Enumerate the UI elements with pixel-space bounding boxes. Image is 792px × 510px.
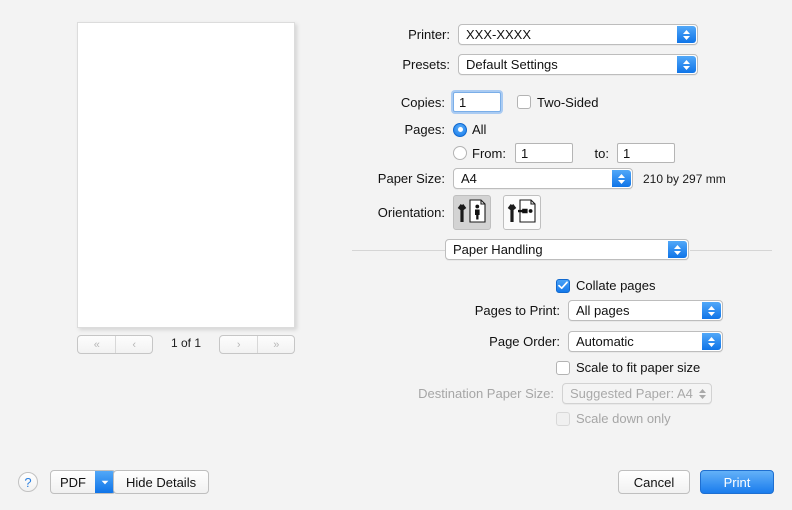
pages-to-value: 1 [622,145,631,161]
pages-from-radio-dot [453,146,467,160]
collate-row: Collate pages [340,278,656,293]
pages-from-label: From: [472,145,506,161]
chevron-down-icon [95,471,115,493]
portrait-orientation-icon [457,198,487,227]
scale-to-fit-label: Scale to fit paper size [576,360,701,375]
copies-row: Copies: 1 Two-Sided [340,92,792,112]
pane-selector-row: Paper Handling [445,239,689,260]
pages-to-print-select[interactable]: All pages [568,300,723,321]
scale-to-fit-checkbox-box [556,360,570,375]
print-settings-pane: Printer: XXX-XXXX Presets: Default Setti… [340,0,792,460]
presets-row: Presets: Default Settings [340,54,792,75]
collate-pages-label: Collate pages [576,278,656,293]
printer-select[interactable]: XXX-XXXX [458,24,698,45]
page-order-label: Page Order: [489,334,560,349]
page-order-row: Page Order: Automatic [340,331,792,352]
orientation-landscape-button[interactable] [503,195,541,230]
chevron-updown-icon [668,241,687,258]
scale-down-only-checkbox-box [556,411,570,426]
next-page-button[interactable]: › [220,336,257,353]
two-sided-checkbox[interactable]: Two-Sided [517,95,598,110]
print-pane-select[interactable]: Paper Handling [445,239,689,260]
printer-label: Printer: [408,27,450,42]
dialog-bottom-bar: ? PDF Hide Details Cancel Print [0,460,792,510]
two-sided-label: Two-Sided [537,94,599,110]
paper-size-row: Paper Size: A4 210 by 297 mm [340,168,792,189]
pdf-button[interactable]: PDF [50,470,116,494]
pages-label: Pages: [404,122,445,137]
collate-pages-checkbox-box [556,278,570,293]
destination-paper-size-row: Destination Paper Size: Suggested Paper:… [340,383,792,404]
paper-size-dimensions: 210 by 297 mm [643,171,726,186]
pages-all-row: Pages: All [340,122,792,137]
pages-to-label: to: [594,145,609,161]
last-page-button[interactable]: » [256,336,295,353]
help-button[interactable]: ? [18,472,38,492]
print-pane-value: Paper Handling [453,242,543,257]
pages-from-value: 1 [520,145,529,161]
scale-to-fit-row: Scale to fit paper size [340,360,700,375]
chevron-updown-icon [677,56,696,73]
pdf-button-label: PDF [60,474,86,490]
printer-row: Printer: XXX-XXXX [340,24,792,45]
pages-to-input[interactable]: 1 [616,143,675,163]
pages-to-print-row: Pages to Print: All pages [340,300,792,321]
pages-all-radio[interactable]: All [453,122,486,137]
preview-nav-forward-group: › » [219,335,295,354]
pages-all-radio-dot [453,122,467,137]
collate-pages-checkbox[interactable]: Collate pages [556,278,656,293]
chevron-updown-icon [612,170,631,187]
cancel-button[interactable]: Cancel [618,470,690,494]
presets-value: Default Settings [466,57,558,72]
orientation-row: Orientation: [340,195,792,230]
chevron-updown-icon [677,26,696,43]
chevron-updown-icon [699,388,706,399]
destination-paper-size-value: Suggested Paper: A4 [570,386,693,401]
orientation-label: Orientation: [377,205,445,220]
scale-down-only-label: Scale down only [576,411,671,426]
destination-paper-size-select: Suggested Paper: A4 [562,383,712,404]
paper-size-value: A4 [461,171,477,186]
copies-value: 1 [459,94,467,110]
destination-paper-size-label: Destination Paper Size: [418,386,554,401]
copies-label: Copies: [400,94,445,110]
page-order-select[interactable]: Automatic [568,331,723,352]
pages-from-input[interactable]: 1 [514,143,573,163]
scale-to-fit-checkbox[interactable]: Scale to fit paper size [556,360,700,375]
pane-separator-left [352,250,448,251]
page-preview-thumbnail [77,22,295,328]
hide-details-button[interactable]: Hide Details [113,470,210,494]
chevron-updown-icon [702,302,721,319]
presets-label: Presets: [402,57,450,72]
pages-range-row: From: 1 to: 1 [340,143,792,163]
pages-from-radio[interactable]: From: [453,146,506,161]
print-preview-pane: « ‹ 1 of 1 › » [0,0,340,460]
pages-to-print-value: All pages [576,303,630,318]
landscape-orientation-icon [507,198,537,227]
pages-all-label: All [472,122,487,137]
scale-down-only-row: Scale down only [340,411,671,426]
orientation-portrait-button[interactable] [453,195,491,230]
paper-size-label: Paper Size: [377,171,445,186]
paper-size-select[interactable]: A4 [453,168,633,189]
copies-input[interactable]: 1 [453,92,501,112]
presets-select[interactable]: Default Settings [458,54,698,75]
two-sided-checkbox-box [517,95,531,109]
pages-to-print-label: Pages to Print: [474,303,560,318]
printer-value: XXX-XXXX [466,27,532,42]
page-order-value: Automatic [576,334,634,349]
preview-navigation: « ‹ 1 of 1 › » [77,335,295,354]
pane-separator-right [690,250,772,251]
print-button[interactable]: Print [700,470,774,494]
scale-down-only-checkbox: Scale down only [556,411,671,426]
chevron-updown-icon [702,333,721,350]
print-dialog: « ‹ 1 of 1 › » Printer: XXX-XXXX Presets… [0,0,792,510]
